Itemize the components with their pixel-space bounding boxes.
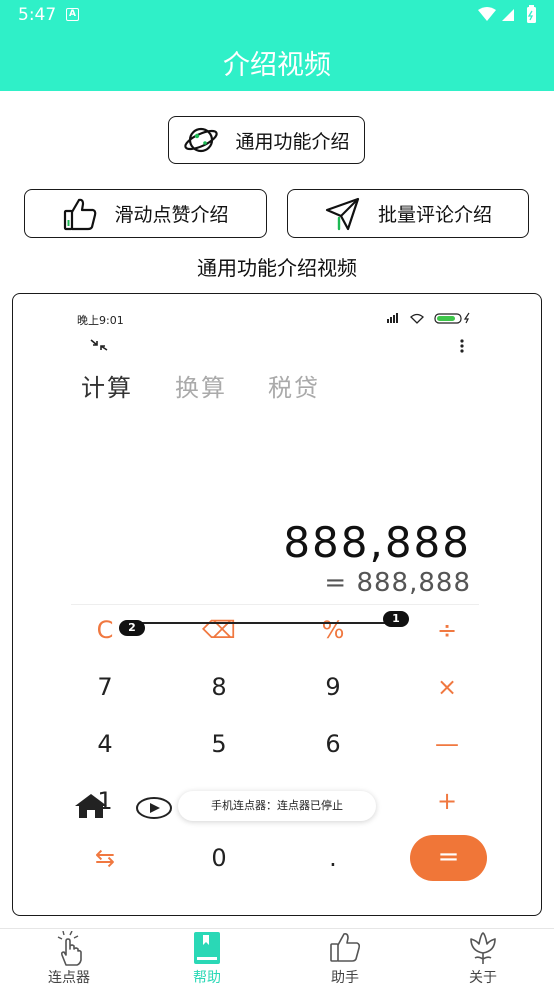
- swipe-like-intro-button[interactable]: 滑动点赞介绍: [24, 189, 267, 238]
- general-intro-button[interactable]: 通用功能介绍: [168, 116, 365, 164]
- nav-item-help[interactable]: 帮助: [138, 929, 276, 984]
- video-display-main: 888,888: [283, 518, 471, 567]
- tap-hand-icon: [57, 931, 82, 966]
- video-key-8: 8: [211, 673, 227, 701]
- click-marker-1: 1: [383, 611, 409, 627]
- nav-item-assistant[interactable]: 助手: [276, 929, 414, 984]
- nav-label-assistant: 助手: [331, 970, 359, 984]
- video-key-5: 5: [211, 730, 227, 758]
- video-key-9: 9: [325, 673, 341, 701]
- status-time: 5:47: [18, 5, 57, 25]
- book-icon: [194, 932, 220, 964]
- video-status-icons: [387, 312, 470, 324]
- video-divider: [71, 604, 479, 605]
- video-key-percent: %: [321, 616, 345, 644]
- video-key-minus: —: [435, 730, 459, 758]
- page-title: 介绍视频: [223, 50, 331, 81]
- more-icon: [460, 339, 464, 353]
- intro-video[interactable]: 晚上9:01 计算 换算 税贷 888,888 = 888,888 C ⌫ % …: [12, 293, 542, 916]
- video-key-divide: ÷: [436, 616, 458, 644]
- video-phone-time: 晚上9:01: [77, 314, 124, 327]
- video-tab-calc: 计算: [81, 374, 133, 402]
- batch-comment-intro-label: 批量评论介绍: [377, 204, 492, 226]
- general-intro-label: 通用功能介绍: [235, 130, 350, 153]
- nav-item-clicker[interactable]: 连点器: [0, 929, 138, 984]
- video-key-0: 0: [211, 844, 227, 872]
- thumbs-up-icon: [330, 933, 361, 962]
- video-display-sub: = 888,888: [324, 568, 471, 598]
- video-key-swap: ⇆: [94, 844, 116, 872]
- bottom-nav: 连点器 帮助 助手 关于: [0, 928, 554, 984]
- video-key-7: 7: [97, 673, 113, 701]
- video-key-equal: =: [410, 835, 487, 881]
- home-icon: [75, 794, 107, 818]
- video-caption: 通用功能介绍视频: [197, 256, 357, 280]
- nav-label-about: 关于: [469, 970, 497, 984]
- nav-label-clicker: 连点器: [48, 970, 90, 984]
- thumbs-up-icon: [62, 196, 98, 232]
- click-marker-2: 2: [119, 620, 145, 636]
- video-key-dot: .: [329, 844, 337, 872]
- video-key-6: 6: [325, 730, 341, 758]
- video-tab-convert: 换算: [175, 374, 227, 402]
- send-icon: [324, 196, 362, 232]
- status-bar: 5:47 A: [0, 0, 554, 30]
- video-tab-tax: 税贷: [268, 374, 320, 402]
- swipe-path-line: [129, 622, 399, 624]
- batch-comment-intro-button[interactable]: 批量评论介绍: [287, 189, 529, 238]
- collapse-icon: [90, 339, 108, 351]
- video-toast: 手机连点器：连点器已停止: [178, 791, 376, 821]
- video-key-backspace: ⌫: [202, 616, 236, 644]
- notification-icon: A: [66, 8, 79, 21]
- swipe-like-intro-label: 滑动点赞介绍: [114, 204, 229, 226]
- app-bar: 介绍视频: [0, 30, 554, 91]
- video-key-4: 4: [97, 730, 113, 758]
- planet-icon: [183, 124, 219, 156]
- status-icons: [478, 5, 536, 23]
- video-key-plus: +: [436, 787, 458, 815]
- play-icon: [136, 797, 172, 819]
- nav-item-about[interactable]: 关于: [414, 929, 552, 984]
- video-key-multiply: ×: [436, 673, 458, 701]
- nav-label-help: 帮助: [193, 970, 221, 984]
- flower-icon: [470, 932, 496, 964]
